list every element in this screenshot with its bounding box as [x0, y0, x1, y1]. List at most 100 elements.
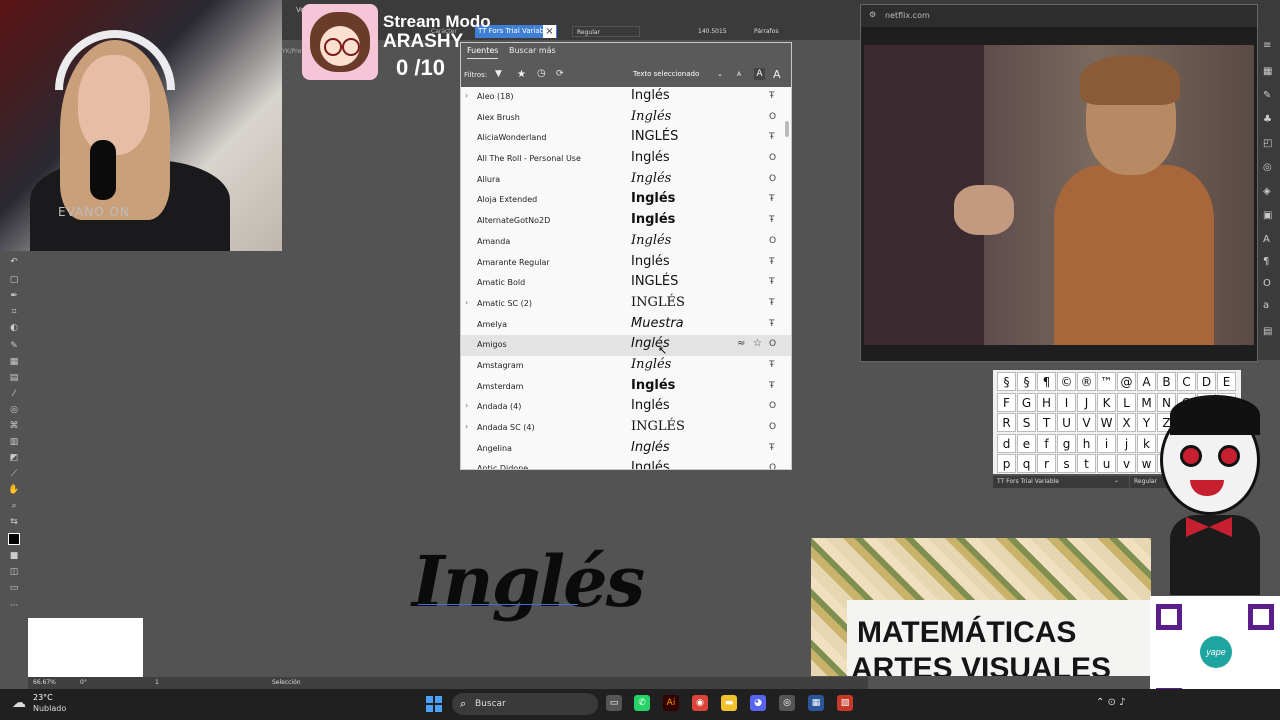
crop-icon[interactable]: ⌗ [8, 307, 20, 317]
layers-icon[interactable]: ◈ [1263, 186, 1271, 197]
filter-icon[interactable]: ▼ [495, 69, 502, 79]
glyph-cell[interactable]: E [1217, 372, 1236, 391]
font-row[interactable]: AliciaWonderland INGLÉS Ŧ [461, 128, 791, 149]
glyph-cell[interactable]: R [997, 413, 1016, 432]
glyph-cell[interactable]: ™ [1097, 372, 1116, 391]
font-row[interactable]: Amstagram Inglés Ŧ [461, 356, 791, 377]
swap-colors-icon[interactable]: ⇆ [8, 517, 20, 527]
glyph-cell[interactable]: I [1057, 392, 1076, 412]
chevron-down-icon[interactable]: ⌄ [717, 70, 723, 78]
preview-size-small[interactable]: A [737, 71, 741, 78]
font-row[interactable]: Angelina Inglés Ŧ [461, 439, 791, 460]
fill-color-icon[interactable] [8, 533, 20, 545]
similar-icon[interactable]: ⟳ [556, 69, 564, 79]
eyedropper-icon[interactable]: ⁄ [8, 389, 20, 399]
chevron-right-icon[interactable]: › [465, 422, 468, 431]
artboard-number[interactable]: 1 [155, 679, 159, 686]
glyph-cell[interactable]: G [1017, 392, 1036, 412]
glyph-cell[interactable]: h [1077, 433, 1096, 453]
glyph-cell[interactable]: r [1037, 454, 1056, 473]
align-icon[interactable]: ▤ [1263, 326, 1272, 337]
glyph-cell[interactable]: S [1017, 413, 1036, 432]
font-row[interactable]: Amanda Inglés O [461, 232, 791, 253]
glyph-cell[interactable]: v [1117, 454, 1136, 473]
font-row[interactable]: › Andada SC (4) INGLÉS O [461, 418, 791, 439]
zoom-icon[interactable]: ⌕ [8, 501, 20, 511]
taskbar-search[interactable] [452, 693, 598, 715]
font-row[interactable]: Amatic Bold INGLÉS Ŧ [461, 273, 791, 294]
glyph-cell[interactable]: A [1137, 372, 1156, 391]
font-row[interactable]: Alex Brush Inglés O [461, 108, 791, 129]
glyph-cell[interactable]: t [1077, 454, 1096, 473]
glyph-cell[interactable]: C [1177, 372, 1196, 391]
site-settings-icon[interactable]: ⚙ [869, 10, 876, 19]
obs-icon[interactable]: ◎ [779, 695, 795, 711]
font-size-field[interactable]: 140.5015 [698, 26, 748, 37]
discord-icon[interactable]: ◕ [750, 695, 766, 711]
chart-icon[interactable]: ▥ [8, 437, 20, 447]
glyph-cell[interactable]: H [1037, 392, 1056, 412]
rotation-angle[interactable]: 0° [80, 679, 87, 686]
screen-mode-icon[interactable]: ▭ [8, 583, 20, 593]
glyph-cell[interactable]: X [1117, 413, 1136, 432]
glyph-cell[interactable]: W [1097, 413, 1116, 432]
font-row[interactable]: Amsterdam Inglés Ŧ [461, 377, 791, 398]
shape-icon[interactable]: ◐ [8, 323, 20, 333]
glyph-cell[interactable]: J [1077, 392, 1096, 412]
blend-icon[interactable]: ◎ [8, 405, 20, 415]
glyphs-font-select[interactable]: TT Fors Trial Variable [993, 476, 1129, 488]
chevron-right-icon[interactable]: › [465, 298, 468, 307]
glyph-cell[interactable]: U [1057, 413, 1076, 432]
gradient-icon[interactable]: ▤ [8, 373, 20, 383]
glyph-cell[interactable]: s [1057, 454, 1076, 473]
pen-icon[interactable]: ✒ [8, 291, 20, 301]
weather-condition[interactable]: Nublado [33, 704, 66, 713]
glyph-cell[interactable]: T [1037, 413, 1056, 432]
favorite-star-icon[interactable]: ☆ [753, 338, 762, 349]
sample-text-select[interactable]: Texto seleccionado [633, 70, 699, 78]
preview-size-medium[interactable]: A [754, 68, 765, 80]
font-row[interactable]: Amarante Regular Inglés Ŧ [461, 253, 791, 274]
app-icon[interactable]: ▧ [837, 695, 853, 711]
system-tray[interactable]: ⌃ ⊙ ♪ [1096, 697, 1126, 708]
chrome-icon[interactable]: ◉ [692, 695, 708, 711]
artboards-icon[interactable]: ▣ [1263, 210, 1272, 221]
font-row[interactable]: All The Roll - Personal Use Inglés O [461, 149, 791, 170]
font-row[interactable]: AlternateGotNo2D Inglés Ŧ [461, 211, 791, 232]
artboard-icon[interactable]: ▢ [8, 275, 20, 285]
glyph-cell[interactable]: @ [1117, 372, 1136, 391]
glyph-cell[interactable]: § [997, 372, 1016, 391]
glyph-cell[interactable]: K [1097, 392, 1116, 412]
similar-fonts-icon[interactable]: ≈ [737, 338, 745, 349]
glyph-cell[interactable]: u [1097, 454, 1116, 473]
tab-find-more[interactable]: Buscar más [509, 46, 556, 55]
url-text[interactable]: netflix.com [885, 11, 930, 20]
draw-mode-icon[interactable]: ◫ [8, 567, 20, 577]
glyph-cell[interactable]: j [1117, 433, 1136, 453]
knife-icon[interactable]: ⟋ [8, 469, 20, 479]
hand-icon[interactable]: ✋ [8, 485, 20, 495]
paragraph-label[interactable]: Párrafos [754, 26, 778, 37]
weather-temp[interactable]: 23°C [33, 693, 53, 702]
more-tools-icon[interactable]: ··· [8, 601, 20, 611]
glyph-cell[interactable]: V [1077, 413, 1096, 432]
symbol-icon[interactable]: ⌘ [8, 421, 20, 431]
glyph-cell[interactable]: § [1017, 372, 1036, 391]
windows-start-icon[interactable] [426, 696, 442, 712]
glyph-cell[interactable]: F [997, 392, 1016, 412]
character-icon[interactable]: A [1263, 234, 1270, 245]
illustrator-icon[interactable]: Ai [663, 695, 679, 711]
font-row[interactable]: › Amatic SC (2) INGLÉS Ŧ [461, 294, 791, 315]
glyph-cell[interactable]: L [1117, 392, 1136, 412]
swatches-icon[interactable]: ▦ [1263, 66, 1272, 77]
font-row[interactable]: Amelya Muestra Ŧ [461, 315, 791, 336]
glyph-cell[interactable]: © [1057, 372, 1076, 391]
file-explorer-icon[interactable]: ▬ [721, 695, 737, 711]
font-style-select[interactable]: Regular [572, 26, 640, 37]
glyph-cell[interactable]: D [1197, 372, 1216, 391]
symbols-icon[interactable]: ♣ [1263, 114, 1272, 125]
glyph-cell[interactable]: e [1017, 433, 1036, 453]
font-row[interactable]: Amigos Inglés ≈ ☆ O [461, 335, 791, 356]
glyph-cell[interactable]: B [1157, 372, 1176, 391]
glyph-cell[interactable]: g [1057, 433, 1076, 453]
